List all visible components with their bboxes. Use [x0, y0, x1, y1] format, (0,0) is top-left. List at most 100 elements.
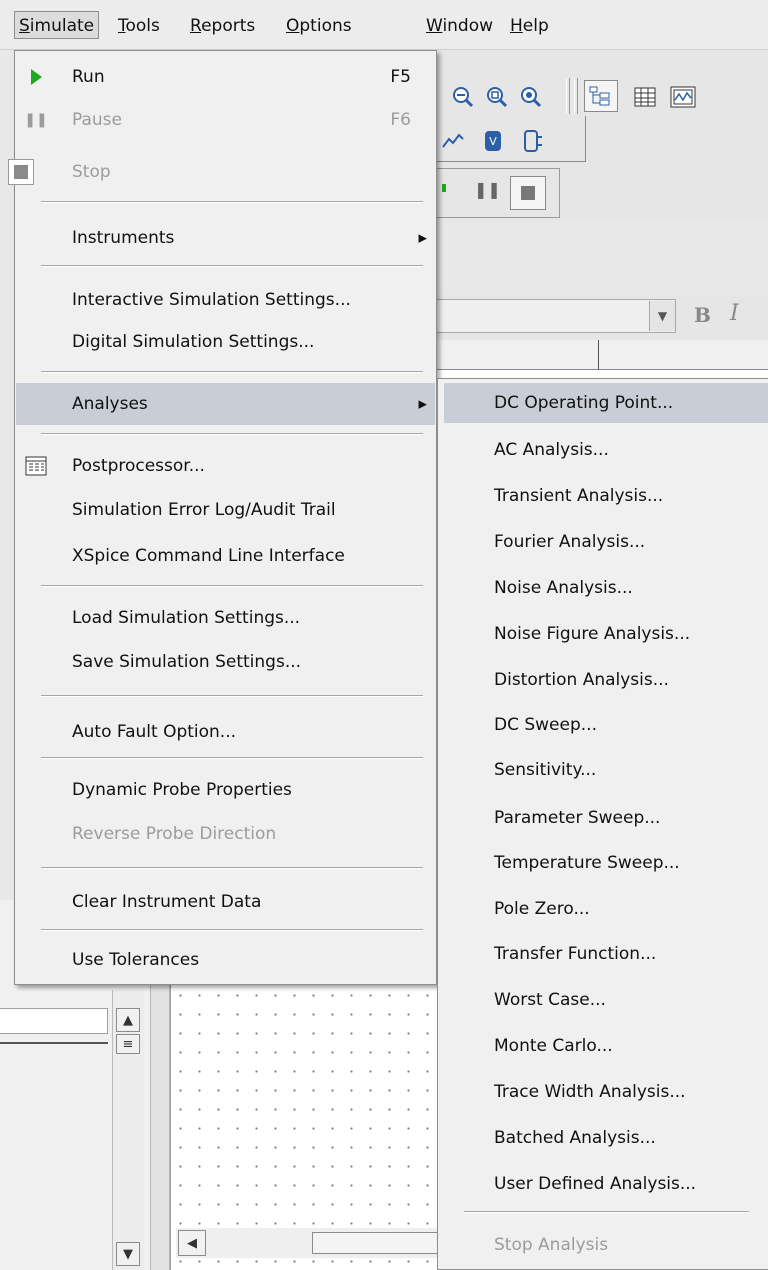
grapher-icon[interactable]	[668, 82, 698, 112]
menu-item-reverse-probe[interactable]: Reverse Probe Direction	[16, 813, 435, 855]
menu-item-label: Analyses	[72, 394, 148, 414]
menu-item-label: Transfer Function...	[494, 944, 657, 964]
menu-access-key: R	[190, 16, 202, 36]
zoom-out-icon[interactable]	[448, 82, 478, 112]
menu-item-label: Pole Zero...	[494, 899, 590, 919]
analysis-item[interactable]: DC Operating Point...	[444, 383, 768, 423]
pause-icon[interactable]: ❚❚	[474, 180, 501, 199]
italic-button[interactable]: I	[730, 301, 739, 326]
menu-item-postprocessor[interactable]: Postprocessor...	[16, 445, 435, 487]
toolbar-grip	[574, 78, 578, 114]
menu-window[interactable]: Window	[422, 12, 497, 40]
scroll-left-icon[interactable]: ◀	[178, 1230, 206, 1256]
pause-icon: ❚❚	[24, 112, 48, 128]
scroll-thumb[interactable]	[312, 1232, 438, 1254]
menu-item-label: User Defined Analysis...	[494, 1174, 697, 1194]
menu-item-label: Batched Analysis...	[494, 1128, 656, 1148]
menu-item-label: Simulation Error Log/Audit Trail	[72, 500, 336, 520]
chevron-down-icon[interactable]: ▼	[649, 301, 675, 331]
analysis-item[interactable]: Fourier Analysis...	[444, 522, 768, 562]
menu-separator	[41, 433, 423, 435]
analysis-item[interactable]: Pole Zero...	[444, 889, 768, 929]
analysis-item[interactable]: Monte Carlo...	[444, 1026, 768, 1066]
postprocessor-icon	[24, 454, 48, 478]
menu-item-label: Run	[72, 67, 105, 87]
horizontal-scrollbar[interactable]: ◀	[176, 1228, 438, 1258]
menu-item-save-settings[interactable]: Save Simulation Settings...	[16, 641, 435, 683]
menu-item-load-settings[interactable]: Load Simulation Settings...	[16, 597, 435, 639]
menu-item-label: Auto Fault Option...	[72, 722, 237, 742]
menu-item-clear-instrument-data[interactable]: Clear Instrument Data	[16, 881, 435, 923]
menu-separator	[41, 695, 423, 697]
menu-item-digital-settings[interactable]: Digital Simulation Settings...	[16, 321, 435, 363]
stop-analysis-item[interactable]: Stop Analysis	[444, 1225, 768, 1265]
menu-label: ptions	[299, 16, 352, 36]
scroll-up-icon[interactable]: ▲	[116, 1008, 140, 1032]
menu-item-xspice[interactable]: XSpice Command Line Interface	[16, 535, 435, 577]
menu-item-label: Parameter Sweep...	[494, 808, 661, 828]
scroll-down-icon[interactable]: ▼	[116, 1242, 140, 1266]
menu-item-label: DC Sweep...	[494, 715, 597, 735]
menu-tools[interactable]: Tools	[114, 12, 164, 40]
menu-separator	[41, 371, 423, 373]
menu-item-label: Trace Width Analysis...	[494, 1082, 686, 1102]
menu-options[interactable]: Options	[282, 12, 356, 40]
run-icon[interactable]	[442, 184, 446, 192]
list-row[interactable]	[0, 1008, 108, 1034]
divider	[0, 1042, 108, 1044]
analysis-item[interactable]: Transfer Function...	[444, 934, 768, 974]
submenu-arrow-icon: ▶	[418, 231, 427, 245]
menu-item-dynamic-probe[interactable]: Dynamic Probe Properties	[16, 769, 435, 811]
menu-reports[interactable]: Reports	[186, 12, 259, 40]
menu-item-error-log[interactable]: Simulation Error Log/Audit Trail	[16, 489, 435, 531]
menu-item-label: Instruments	[72, 228, 175, 248]
analysis-item[interactable]: Parameter Sweep...	[444, 798, 768, 838]
menu-simulate[interactable]: Simulate	[14, 11, 100, 39]
analysis-item[interactable]: AC Analysis...	[444, 430, 768, 470]
hierarchy-icon	[589, 86, 610, 106]
menu-item-label: Pause	[72, 110, 122, 130]
menu-item-label: Sensitivity...	[494, 760, 597, 780]
menu-label: eports	[201, 16, 256, 36]
analysis-item[interactable]: User Defined Analysis...	[444, 1164, 768, 1204]
shortcut-label: F5	[390, 67, 411, 87]
analysis-item[interactable]: Noise Figure Analysis...	[444, 614, 768, 654]
menu-item-stop[interactable]: Stop	[8, 151, 435, 193]
analysis-item[interactable]: Distortion Analysis...	[444, 660, 768, 700]
menu-item-label: XSpice Command Line Interface	[72, 546, 345, 566]
zoom-fit-icon[interactable]	[516, 82, 546, 112]
menu-item-label: Noise Analysis...	[494, 578, 633, 598]
analysis-item[interactable]: DC Sweep...	[444, 705, 768, 745]
menu-item-auto-fault[interactable]: Auto Fault Option...	[16, 711, 435, 753]
menu-item-instruments[interactable]: Instruments ▶	[16, 217, 435, 259]
analysis-item[interactable]: Noise Analysis...	[444, 568, 768, 608]
menu-item-pause[interactable]: ❚❚ Pause F6	[16, 99, 435, 141]
menu-separator	[41, 265, 423, 267]
zoom-area-icon[interactable]	[482, 82, 512, 112]
analysis-item[interactable]: Temperature Sweep...	[444, 843, 768, 883]
simulate-menu: Run F5 ❚❚ Pause F6 Stop Instruments ▶ In…	[8, 50, 437, 985]
bold-button[interactable]: B	[694, 303, 711, 327]
spreadsheet-icon[interactable]	[630, 82, 660, 112]
menu-item-label: Monte Carlo...	[494, 1036, 613, 1056]
menu-item-label: Reverse Probe Direction	[72, 824, 277, 844]
menu-help[interactable]: Help	[506, 12, 553, 40]
menu-item-label: Postprocessor...	[72, 456, 205, 476]
menu-item-interactive-settings[interactable]: Interactive Simulation Settings...	[16, 279, 435, 321]
font-combo[interactable]: ▼	[436, 299, 676, 333]
menu-item-use-tolerances[interactable]: Use Tolerances	[16, 939, 435, 981]
analysis-item[interactable]: Batched Analysis...	[444, 1118, 768, 1158]
menu-item-analyses[interactable]: Analyses ▶	[16, 383, 435, 425]
menu-access-key: S	[19, 16, 30, 36]
analysis-item[interactable]: Sensitivity...	[444, 750, 768, 790]
analysis-item[interactable]: Trace Width Analysis...	[444, 1072, 768, 1112]
scroll-thumb[interactable]: ≡	[116, 1034, 140, 1054]
analysis-item[interactable]: Worst Case...	[444, 980, 768, 1020]
menu-item-run[interactable]: Run F5	[16, 56, 435, 98]
hierarchy-toggle-button[interactable]	[584, 80, 618, 112]
stop-button[interactable]	[510, 176, 546, 210]
analysis-item[interactable]: Transient Analysis...	[444, 476, 768, 516]
menu-separator	[41, 585, 423, 587]
vertical-scrollbar[interactable]	[112, 990, 144, 1270]
menu-item-label: Worst Case...	[494, 990, 606, 1010]
